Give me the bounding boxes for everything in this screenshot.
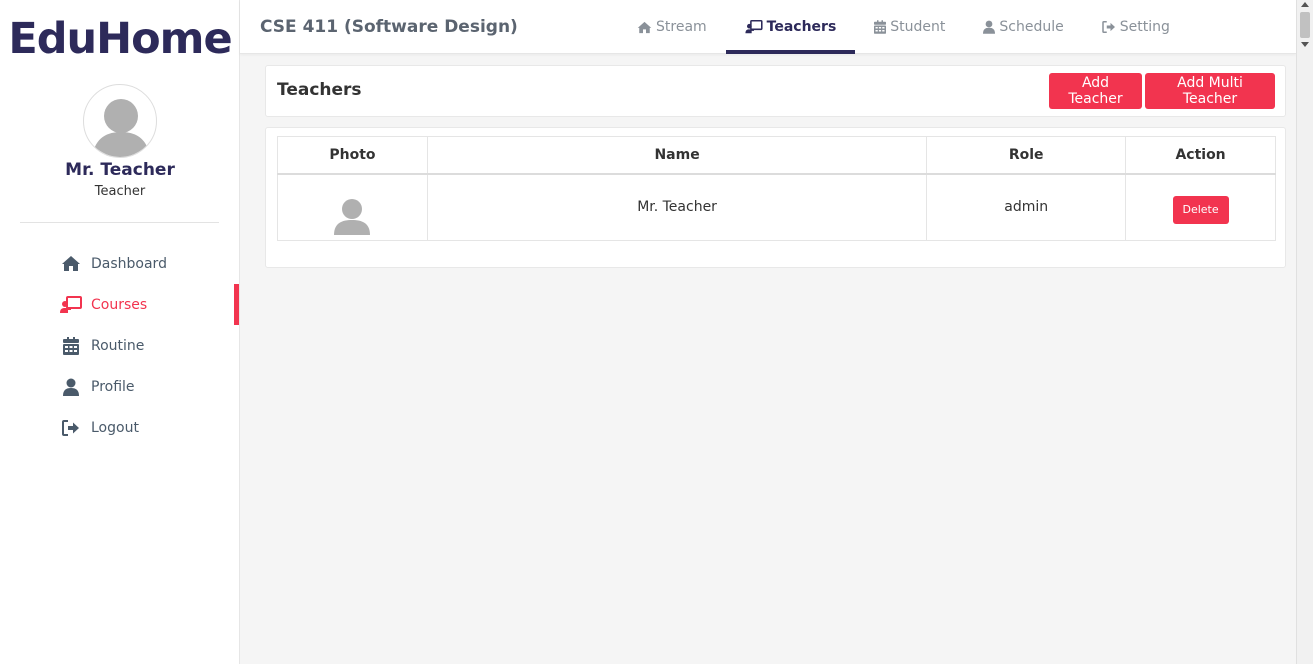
scroll-down-icon[interactable] <box>1301 42 1309 47</box>
user-name: Mr. Teacher <box>65 160 175 180</box>
add-teacher-button[interactable]: Add Teacher <box>1049 73 1142 109</box>
sidebar-item-label: Courses <box>91 296 148 313</box>
course-tabs: Stream Teachers Student Schedule Setting <box>618 0 1189 54</box>
tab-schedule[interactable]: Schedule <box>964 0 1082 54</box>
tab-teachers[interactable]: Teachers <box>725 0 856 54</box>
column-header-name: Name <box>426 136 928 175</box>
column-header-photo: Photo <box>277 136 428 175</box>
chalkboard-teacher-icon <box>60 295 82 314</box>
scroll-thumb[interactable] <box>1300 12 1310 38</box>
teacher-action-cell: Delete <box>1125 173 1276 241</box>
tab-stream[interactable]: Stream <box>618 0 726 54</box>
course-header: CSE 411 (Software Design) Stream Teacher… <box>240 0 1296 54</box>
sign-out-icon <box>60 419 82 437</box>
tab-setting[interactable]: Setting <box>1083 0 1189 54</box>
sidebar-item-label: Dashboard <box>91 255 167 272</box>
sign-out-icon <box>1102 21 1116 33</box>
teacher-photo-cell <box>277 173 428 241</box>
sidebar-item-label: Routine <box>91 337 145 354</box>
sidebar-nav: Dashboard Courses Routine Profile Logout <box>0 243 240 448</box>
user-role: Teacher <box>94 184 146 199</box>
user-icon <box>60 378 82 396</box>
chalkboard-teacher-icon <box>745 20 763 34</box>
sidebar-divider <box>20 222 219 223</box>
sidebar: EduHome Mr. Teacher Teacher Dashboard Co… <box>0 0 240 664</box>
teacher-role: admin <box>926 173 1127 241</box>
tab-student[interactable]: Student <box>855 0 964 54</box>
user-icon <box>983 20 996 34</box>
sidebar-item-label: Logout <box>91 419 139 436</box>
tab-label: Schedule <box>999 19 1064 35</box>
teachers-table: Photo Name Role Action Mr. Teacher admin… <box>277 136 1276 241</box>
scroll-up-icon[interactable] <box>1301 2 1309 7</box>
sidebar-item-profile[interactable]: Profile <box>0 366 240 407</box>
sidebar-item-courses[interactable]: Courses <box>0 284 240 325</box>
sidebar-item-routine[interactable]: Routine <box>0 325 240 366</box>
teachers-table-card: Photo Name Role Action Mr. Teacher admin… <box>265 127 1286 268</box>
calendar-icon <box>874 20 887 34</box>
teacher-photo <box>334 198 371 235</box>
column-header-action: Action <box>1125 136 1276 175</box>
home-icon <box>637 21 652 34</box>
teachers-header-card: Teachers Add Teacher Add Multi Teacher <box>265 65 1286 117</box>
sidebar-item-logout[interactable]: Logout <box>0 407 240 448</box>
column-header-role: Role <box>926 136 1127 175</box>
add-multi-teacher-button[interactable]: Add Multi Teacher <box>1145 73 1275 109</box>
sidebar-item-dashboard[interactable]: Dashboard <box>0 243 240 284</box>
course-title: CSE 411 (Software Design) <box>260 17 518 37</box>
home-icon <box>60 255 82 273</box>
page-scrollbar[interactable] <box>1296 0 1313 664</box>
tab-label: Student <box>890 19 946 35</box>
sidebar-item-label: Profile <box>91 378 135 395</box>
table-row: Mr. Teacher admin Delete <box>277 173 1276 241</box>
brand-logo[interactable]: EduHome <box>0 14 240 64</box>
calendar-icon <box>60 336 82 355</box>
teacher-name: Mr. Teacher <box>426 173 928 241</box>
table-header-row: Photo Name Role Action <box>277 136 1276 175</box>
tab-label: Setting <box>1119 19 1170 35</box>
tab-label: Teachers <box>766 19 837 35</box>
avatar <box>83 84 157 158</box>
delete-button[interactable]: Delete <box>1172 195 1229 224</box>
tab-label: Stream <box>656 19 707 35</box>
page-title: Teachers <box>277 80 362 100</box>
